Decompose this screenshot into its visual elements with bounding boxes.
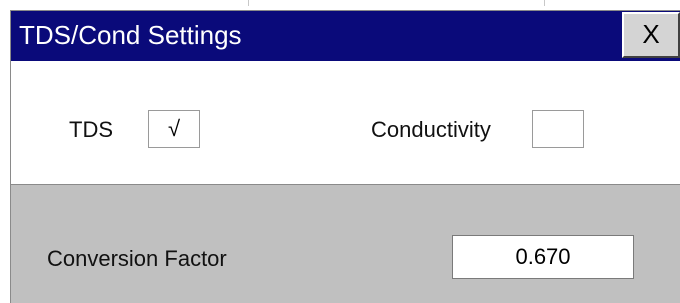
conversion-panel: Conversion Factor 0.670 xyxy=(11,184,680,303)
title-bar[interactable]: TDS/Cond Settings X xyxy=(11,11,680,61)
screen: TDS/Cond Settings X TDS √ Conductivity C… xyxy=(0,0,680,303)
tds-label: TDS xyxy=(69,117,113,142)
conductivity-checkbox[interactable] xyxy=(532,110,584,148)
close-button[interactable]: X xyxy=(622,12,680,58)
edge-mark xyxy=(248,0,249,6)
tds-cond-settings-dialog: TDS/Cond Settings X TDS √ Conductivity C… xyxy=(10,10,680,303)
conductivity-label: Conductivity xyxy=(371,117,491,142)
tds-checkbox[interactable]: √ xyxy=(148,110,200,148)
dialog-title: TDS/Cond Settings xyxy=(19,20,242,50)
conversion-factor-input[interactable]: 0.670 xyxy=(452,235,634,279)
conversion-factor-label: Conversion Factor xyxy=(47,246,227,271)
edge-mark xyxy=(544,0,545,6)
